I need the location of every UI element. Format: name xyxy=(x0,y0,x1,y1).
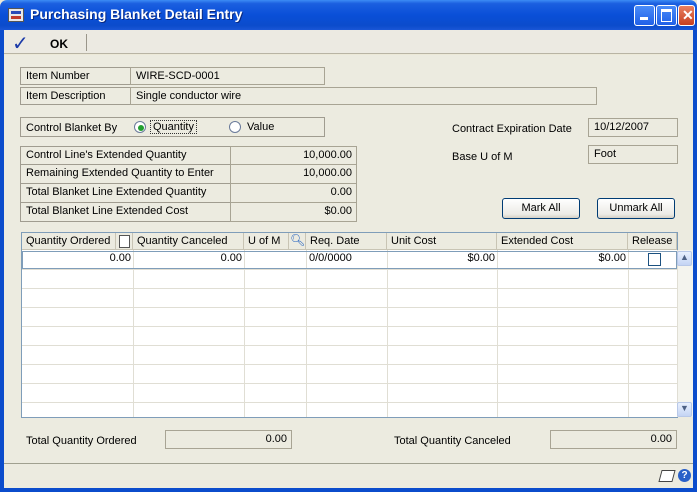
grid-hline xyxy=(22,383,677,384)
total-qty-ordered-field: 0.00 xyxy=(165,430,292,449)
close-button[interactable]: ✕ xyxy=(678,5,695,26)
close-icon: ✕ xyxy=(682,7,694,23)
col-header-extended-cost[interactable]: Extended Cost xyxy=(497,233,628,250)
app-window-icon xyxy=(8,8,24,22)
grid-vline xyxy=(306,250,307,417)
grid-vline xyxy=(628,250,629,417)
minimize-icon xyxy=(640,17,648,20)
contract-expiration-label: Contract Expiration Date xyxy=(452,123,572,135)
grid-hline xyxy=(22,402,677,403)
chevron-down-icon: ▼ xyxy=(680,403,689,413)
radio-quantity-label[interactable]: Quantity xyxy=(150,120,197,134)
remaining-qty-label: Remaining Extended Quantity to Enter xyxy=(20,165,230,184)
cell-quantity-canceled[interactable]: 0.00 xyxy=(135,252,242,264)
cell-req-date[interactable]: 0/0/0000 xyxy=(309,252,385,264)
control-extended-qty-field: 10,000.00 xyxy=(230,146,357,165)
item-number-label: Item Number xyxy=(20,67,130,85)
cell-extended-cost[interactable]: $0.00 xyxy=(499,252,626,264)
maximize-icon xyxy=(661,9,672,22)
help-icon[interactable]: ? xyxy=(678,469,691,482)
note-header[interactable] xyxy=(116,233,133,250)
base-uom-label: Base U of M xyxy=(452,151,513,163)
unmark-all-label: Unmark All xyxy=(609,202,663,214)
item-number-field[interactable]: WIRE-SCD-0001 xyxy=(130,67,325,85)
grid-vline xyxy=(133,250,134,417)
maximize-button[interactable] xyxy=(656,5,677,26)
grid-hline xyxy=(22,326,677,327)
col-header-quantity-canceled[interactable]: Quantity Canceled xyxy=(133,233,244,250)
total-line-cost-label: Total Blanket Line Extended Cost xyxy=(20,203,230,222)
mark-all-button[interactable]: Mark All xyxy=(502,198,580,219)
cell-unit-cost[interactable]: $0.00 xyxy=(389,252,495,264)
radio-value[interactable] xyxy=(229,121,241,133)
checkmark-icon[interactable]: ✓ xyxy=(12,31,29,55)
col-header-release[interactable]: Release xyxy=(628,233,677,250)
cell-quantity-ordered[interactable]: 0.00 xyxy=(24,252,131,264)
item-description-label: Item Description xyxy=(20,87,130,105)
remaining-qty-field: 10,000.00 xyxy=(230,165,357,184)
grid-hline xyxy=(22,307,677,308)
total-qty-canceled-label: Total Quantity Canceled xyxy=(394,435,511,447)
grid-vline xyxy=(244,250,245,417)
window-frame-bottom xyxy=(0,488,697,492)
radio-value-label[interactable]: Value xyxy=(247,121,274,133)
ok-button[interactable]: OK xyxy=(50,37,68,51)
item-description-field[interactable]: Single conductor wire xyxy=(130,87,597,105)
control-extended-qty-label: Control Line's Extended Quantity xyxy=(20,146,230,165)
window-title: Purchasing Blanket Detail Entry xyxy=(30,6,243,22)
note-icon xyxy=(119,235,130,248)
col-header-uom[interactable]: U of M xyxy=(244,233,289,250)
contract-expiration-field[interactable]: 10/12/2007 xyxy=(588,118,678,137)
total-line-qty-label: Total Blanket Line Extended Quantity xyxy=(20,184,230,203)
col-header-req-date[interactable]: Req. Date xyxy=(306,233,387,250)
grid-vline xyxy=(497,250,498,417)
release-checkbox[interactable] xyxy=(648,253,661,266)
toolbar xyxy=(4,30,693,54)
col-header-quantity-ordered[interactable]: Quantity Ordered xyxy=(22,233,116,250)
minimize-button[interactable] xyxy=(634,5,655,26)
scroll-up-button[interactable]: ▲ xyxy=(677,251,692,266)
magnifier-icon: 🔍︎ xyxy=(290,233,306,247)
toolbar-separator xyxy=(86,34,87,51)
grid-vline xyxy=(387,250,388,417)
unmark-all-button[interactable]: Unmark All xyxy=(597,198,675,219)
grid-hline xyxy=(22,364,677,365)
total-line-qty-field: 0.00 xyxy=(230,184,357,203)
total-qty-ordered-label: Total Quantity Ordered xyxy=(26,435,137,447)
total-qty-canceled-field: 0.00 xyxy=(550,430,677,449)
control-blanket-label: Control Blanket By xyxy=(26,122,118,134)
uom-lookup-header[interactable]: 🔍︎ xyxy=(289,233,306,250)
window-frame-right xyxy=(693,30,697,492)
status-bar xyxy=(4,464,693,488)
col-header-unit-cost[interactable]: Unit Cost xyxy=(387,233,497,250)
grid-scrollbar[interactable] xyxy=(677,250,693,417)
base-uom-field: Foot xyxy=(588,145,678,164)
chevron-up-icon: ▲ xyxy=(680,252,689,262)
mark-all-label: Mark All xyxy=(521,202,561,214)
grid-hline xyxy=(22,288,677,289)
grid-hline xyxy=(22,345,677,346)
total-line-cost-field: $0.00 xyxy=(230,203,357,222)
grid-hline xyxy=(22,269,677,270)
radio-quantity[interactable] xyxy=(134,121,146,133)
scroll-down-button[interactable]: ▼ xyxy=(677,402,692,417)
